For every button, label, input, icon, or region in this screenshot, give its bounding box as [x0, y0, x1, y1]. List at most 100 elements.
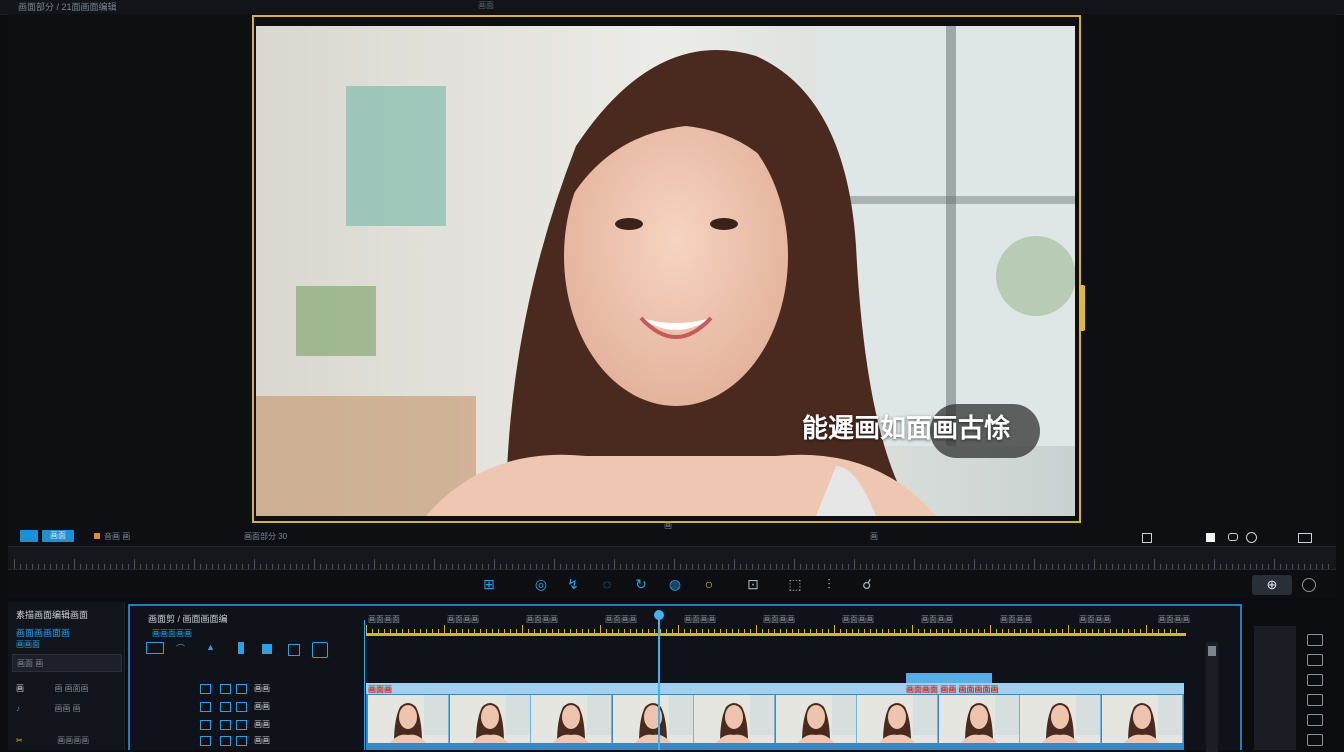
settings-icon[interactable] — [1246, 532, 1257, 543]
panel-subtitle[interactable]: 画面画画面画 — [16, 626, 70, 639]
ruler-tick — [1238, 564, 1239, 569]
ruler-tick — [836, 564, 837, 569]
ruler-tick — [392, 564, 393, 569]
ruler-tick — [1070, 564, 1071, 569]
timeline-scrollbar[interactable] — [1206, 642, 1218, 752]
speed-tool-icon[interactable]: ◍ — [666, 575, 684, 593]
ruler-tick — [1016, 564, 1017, 569]
ruler-label: 画面画面 — [368, 615, 400, 624]
viewer-scrubber[interactable] — [8, 546, 1336, 570]
list-item[interactable]: ♪ 画画 画 — [16, 698, 81, 716]
ruler-tick — [44, 564, 45, 569]
track-control-button[interactable] — [236, 684, 247, 694]
link-icon[interactable] — [1228, 533, 1238, 541]
track-control-button[interactable] — [220, 736, 231, 746]
ruler-tick — [188, 564, 189, 569]
ruler-tick — [776, 564, 777, 569]
view-mode-chip[interactable]: 画面 — [42, 530, 74, 542]
ruler-tick — [860, 564, 861, 569]
export-icon[interactable] — [1307, 734, 1323, 746]
work-area-bar[interactable] — [366, 633, 1186, 636]
ruler-tick — [170, 564, 171, 569]
rotate-tool-icon[interactable]: ◌ — [598, 575, 616, 593]
redo-tool-icon[interactable]: ↻ — [632, 575, 650, 593]
effects-icon[interactable] — [1307, 654, 1323, 666]
ruler-tick — [848, 564, 849, 569]
search-input[interactable]: 画面 画 — [12, 654, 122, 672]
effects-tool-icon[interactable]: ☌ — [858, 575, 876, 593]
crop-tool-icon[interactable]: ⊡ — [744, 575, 762, 593]
subtitle-caption[interactable]: 能遲画如面画古悇 — [802, 408, 1010, 445]
ruler-tick — [542, 564, 543, 569]
add-track-button[interactable]: ⊕ — [1252, 575, 1292, 595]
more-icon[interactable] — [1298, 533, 1312, 543]
ruler-tick — [1082, 564, 1083, 569]
ruler-tick — [1106, 564, 1107, 569]
track-control-button[interactable] — [236, 702, 247, 712]
ruler-tick — [1028, 564, 1029, 569]
ruler-label: 画面画画 — [526, 615, 558, 624]
track-label: 画画 — [254, 684, 270, 693]
fit-timeline-icon[interactable] — [312, 642, 328, 658]
lock-icon[interactable]: ▲ — [206, 642, 220, 652]
ruler-tick — [38, 564, 39, 569]
ruler-tick — [998, 564, 999, 569]
track-control-button[interactable] — [200, 702, 211, 712]
track-control-button[interactable] — [200, 684, 211, 694]
ruler-tick — [32, 564, 33, 569]
track-toggle-icon[interactable] — [146, 642, 164, 654]
marker-icon[interactable] — [262, 644, 272, 654]
ruler-tick — [308, 564, 309, 569]
audio-tool-icon[interactable]: ⫶ — [820, 575, 838, 593]
track-control-button[interactable] — [220, 720, 231, 730]
refresh-icon[interactable] — [1302, 578, 1316, 592]
panel-tag[interactable]: 画画面 — [16, 639, 40, 650]
list-item[interactable]: 画 画 画面画 — [16, 678, 89, 696]
list-item[interactable]: ✂ 画画画画 — [16, 730, 89, 748]
track-control-button[interactable] — [236, 736, 247, 746]
ruler-tick — [260, 564, 261, 569]
ruler-tick — [344, 564, 345, 569]
ruler-tick — [128, 564, 129, 569]
track-control-button[interactable] — [236, 720, 247, 730]
playhead[interactable] — [658, 612, 660, 750]
play-mode-chip[interactable] — [20, 530, 38, 542]
ripple-tool-icon[interactable]: ◎ — [532, 575, 550, 593]
ruler-tick — [692, 564, 693, 569]
playhead-knob[interactable] — [654, 610, 664, 620]
mask-tool-icon[interactable]: ⬚ — [786, 575, 804, 593]
ruler-tick — [398, 564, 399, 569]
ruler-tick — [878, 564, 879, 569]
ruler-tick — [920, 564, 921, 569]
image-icon[interactable] — [1307, 674, 1323, 686]
ruler-tick — [764, 564, 765, 569]
ruler-tick — [752, 564, 753, 569]
snap-icon[interactable] — [238, 642, 244, 654]
ruler-tick — [1010, 564, 1011, 569]
text-icon[interactable] — [1307, 694, 1323, 706]
color-tool-icon[interactable]: ○ — [700, 575, 718, 593]
zoom-icon[interactable] — [288, 644, 300, 656]
ruler-tick — [320, 564, 321, 569]
split-tool-icon[interactable]: ⊞ — [480, 575, 498, 593]
track-control-button[interactable] — [200, 736, 211, 746]
clip-selection-marker[interactable] — [906, 673, 992, 683]
razor-tool-icon[interactable]: ↯ — [564, 575, 582, 593]
audio-panel-icon[interactable] — [1307, 714, 1323, 726]
fit-icon[interactable] — [1142, 533, 1152, 543]
track-control-button[interactable] — [200, 720, 211, 730]
track-control-button[interactable] — [220, 702, 231, 712]
ruler-tick — [206, 564, 207, 569]
ruler-tick — [896, 564, 897, 569]
square-icon[interactable] — [1206, 533, 1215, 542]
wave-icon[interactable]: ⌒ — [176, 642, 190, 654]
track-control-button[interactable] — [220, 684, 231, 694]
ruler-tick — [134, 559, 135, 569]
ruler-tick — [1076, 564, 1077, 569]
ruler-tick — [756, 625, 757, 633]
layers-icon[interactable] — [1307, 634, 1323, 646]
timeline-ruler[interactable]: 画面画面 画面画画 画面画画 画面画画 画面画画 画面画画 画面画画 画面画画 画面画画 画面画画… — [366, 612, 1190, 638]
ruler-label: 画面画画 — [1079, 615, 1111, 624]
resize-handle[interactable] — [1079, 285, 1085, 331]
ruler-tick — [734, 559, 735, 569]
